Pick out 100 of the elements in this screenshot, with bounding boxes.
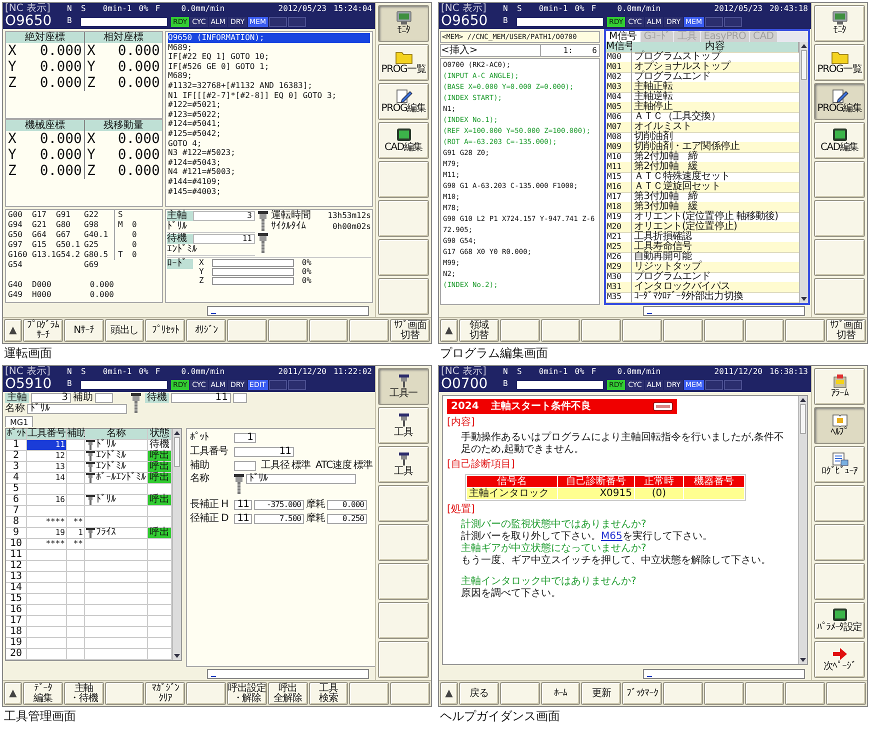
page-up-key[interactable]: ▲ [440,319,458,342]
tab[interactable]: M信号 [606,31,640,42]
softkey[interactable] [500,319,540,342]
softkey[interactable] [785,319,826,342]
softkey[interactable] [349,319,390,342]
side-softkey[interactable]: ﾛｸﾞﾋﾞｭｰｱ [814,446,865,483]
softkey[interactable]: ﾏｶﾞｼﾞﾝ ｸﾘｱ [145,682,186,705]
side-softkey[interactable]: ﾊﾟﾗﾒｰﾀ設定 [814,602,865,639]
table-cell[interactable]: **** [27,517,67,528]
softkey[interactable]: 頭出し [104,319,144,342]
softkey[interactable]: ﾌﾟﾘｾｯﾄ [145,319,186,342]
softkey[interactable]: ﾎｰﾑ [540,682,580,705]
table-cell[interactable]: 14 [27,473,67,484]
table-cell[interactable] [27,572,67,583]
page-up-key[interactable]: ▲ [440,682,458,705]
softkey[interactable] [540,319,580,342]
softkey[interactable] [704,682,744,705]
softkey[interactable]: 領域 切替 [459,319,499,342]
softkey[interactable] [744,319,784,342]
softkey[interactable]: ｵﾘｼﾞﾝ [186,319,226,342]
softkey[interactable] [378,524,429,561]
softkey[interactable]: 更新 [581,682,622,705]
softkey[interactable]: ﾃﾞｰﾀ 編集 [23,682,63,705]
table-cell[interactable] [27,550,67,561]
side-softkey[interactable]: CAD編集 [378,122,429,159]
input-field[interactable] [207,669,369,679]
softkey[interactable]: 戻る [459,682,499,705]
page-up-key[interactable]: ▲ [4,319,22,342]
softkey[interactable] [378,239,429,276]
softkey[interactable] [814,161,865,198]
softkey[interactable] [378,485,429,522]
softkey[interactable] [378,200,429,237]
softkey[interactable] [662,319,703,342]
side-softkey[interactable]: 工具 [378,407,429,444]
softkey[interactable] [704,319,744,342]
table-cell[interactable]: 13 [27,462,67,473]
softkey[interactable] [814,485,865,522]
input-field[interactable] [643,669,805,679]
softkey[interactable]: 呼出設定 ・解除 [226,682,267,705]
softkey[interactable]: 主軸 ・待機 [64,682,104,705]
softkey[interactable] [349,682,390,705]
scrollbar[interactable] [172,429,181,660]
softkey[interactable] [500,682,540,705]
softkey[interactable] [378,641,429,678]
softkey[interactable] [226,319,267,342]
softkey[interactable] [814,278,865,315]
softkey[interactable]: ﾌﾞｯｸﾏｰｸ [622,682,662,705]
scrollbar[interactable] [798,396,807,664]
table-cell[interactable] [27,561,67,572]
table-cell[interactable]: 11 [27,440,67,451]
side-softkey[interactable]: PROG編集 [378,83,429,120]
side-softkey[interactable]: PROG編集 [814,83,865,120]
softkey[interactable]: ｻﾌﾞ画面 切替 [390,319,430,342]
softkey[interactable] [581,319,622,342]
side-softkey[interactable]: ﾍﾙﾌﾟ [814,407,865,444]
program-editor[interactable] [440,58,600,305]
table-cell[interactable] [27,638,67,649]
page-up-key[interactable]: ▲ [4,682,22,705]
table-cell[interactable] [27,484,67,495]
softkey[interactable] [378,602,429,639]
softkey[interactable]: ﾌﾟﾛｸﾞﾗﾑ ｻｰﾁ [23,319,63,342]
softkey[interactable] [186,682,226,705]
softkey[interactable]: 呼出 全解除 [268,682,308,705]
softkey[interactable] [378,161,429,198]
table-cell[interactable] [27,627,67,638]
table-cell[interactable] [27,583,67,594]
softkey[interactable] [744,682,784,705]
softkey[interactable] [814,239,865,276]
table-cell[interactable] [27,506,67,517]
side-softkey[interactable]: 次ﾍﾟｰｼﾞ [814,641,865,678]
softkey[interactable] [814,524,865,561]
side-softkey[interactable]: CAD編集 [814,122,865,159]
table-cell[interactable]: **** [27,539,67,550]
softkey[interactable] [826,682,866,705]
softkey[interactable] [390,682,430,705]
table-cell[interactable] [27,605,67,616]
link[interactable]: M65 [601,531,622,542]
input-field[interactable] [643,306,805,316]
table-cell[interactable]: 19 [27,528,67,539]
table-cell[interactable] [27,594,67,605]
side-softkey[interactable]: 工具一 [378,368,429,405]
side-softkey[interactable]: ｱﾗｰﾑ [814,368,865,405]
softkey[interactable]: 工具 検索 [308,682,348,705]
table-cell[interactable] [27,616,67,627]
side-softkey[interactable]: PROG一覧 [378,44,429,81]
side-softkey[interactable]: ﾓﾆﾀ [814,5,865,42]
table-cell[interactable] [27,649,67,660]
softkey[interactable] [814,563,865,600]
input-field[interactable] [207,306,369,316]
softkey[interactable] [378,278,429,315]
softkey[interactable] [814,200,865,237]
side-softkey[interactable]: 工具 [378,446,429,483]
table-cell[interactable]: 12 [27,451,67,462]
softkey[interactable]: ｻﾌﾞ画面 切替 [826,319,866,342]
softkey[interactable] [622,319,662,342]
table-cell[interactable]: 16 [27,495,67,506]
scrollbar[interactable] [799,42,808,303]
softkey[interactable] [378,563,429,600]
softkey[interactable] [308,319,348,342]
side-softkey[interactable]: PROG一覧 [814,44,865,81]
